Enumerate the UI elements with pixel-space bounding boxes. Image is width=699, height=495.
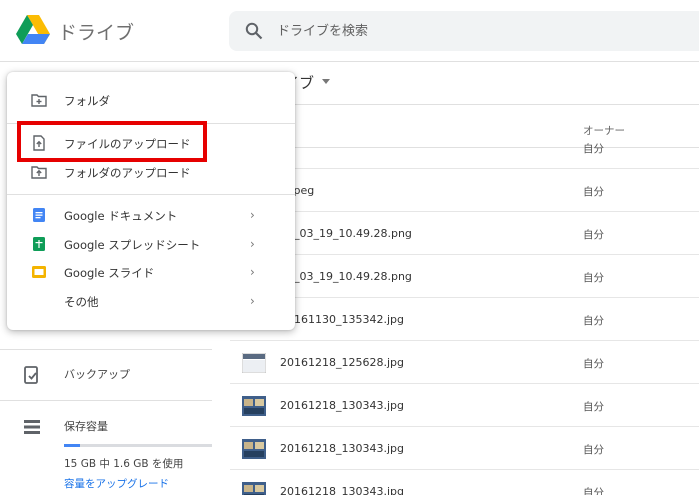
menu-item-label: Google スプレッドシート (64, 238, 201, 252)
app-title: ドライブ (58, 22, 135, 44)
menu-item-label: その他 (64, 295, 99, 309)
sidebar-divider (0, 400, 212, 401)
menu-item-google-slides[interactable]: Google スライド › (7, 258, 295, 286)
google-slides-icon (32, 266, 46, 278)
file-owner: 自分 (583, 186, 604, 198)
file-row[interactable]: 20161218_130343.jpg 自分 (230, 427, 699, 470)
image-thumbnail-icon (242, 353, 266, 373)
storage-usage-text: 15 GB 中 1.6 GB を使用 (64, 458, 184, 470)
menu-item-folder-upload[interactable]: フォルダのアップロード (7, 158, 295, 186)
file-name: 18_03_19_10.49.28.png (280, 227, 412, 240)
storage-bar (64, 444, 212, 447)
sidebar-item-storage[interactable]: 保存容量 (0, 408, 212, 444)
chevron-right-icon: › (250, 208, 255, 222)
file-name: 20161218_130343.jpg (280, 399, 404, 412)
top-bar: ドライブ (0, 0, 699, 62)
file-row[interactable]: 自分 (230, 126, 699, 169)
chevron-right-icon: › (250, 265, 255, 279)
file-name: 20161130_135342.jpg (280, 313, 404, 326)
folder-upload-icon (31, 166, 47, 179)
sidebar-item-label: 保存容量 (64, 420, 108, 433)
photo-thumbnail-icon (242, 482, 266, 495)
file-owner: 自分 (583, 272, 604, 284)
file-row[interactable]: 4.jpeg 自分 (230, 169, 699, 212)
file-name: 20161218_125628.jpg (280, 356, 404, 369)
sidebar-item-label: バックアップ (64, 368, 130, 381)
google-docs-icon (33, 208, 45, 222)
menu-item-label: フォルダのアップロード (64, 166, 191, 180)
menu-item-google-sheets[interactable]: Google スプレッドシート › (7, 230, 295, 258)
storage-list-icon (24, 420, 40, 434)
sidebar-item-backup[interactable]: バックアップ (0, 356, 212, 392)
search-input[interactable] (277, 11, 677, 51)
file-owner: 自分 (583, 315, 604, 327)
search-box[interactable] (229, 11, 699, 51)
file-name: 20161218_130343.jpg (280, 485, 404, 495)
file-row[interactable]: 18_03_19_10.49.28.png 自分 (230, 212, 699, 255)
file-owner: 自分 (583, 401, 604, 413)
caret-down-icon[interactable] (322, 79, 330, 84)
file-row[interactable]: 20161130_135342.jpg 自分 (230, 298, 699, 341)
file-row[interactable]: 20161218_125628.jpg 自分 (230, 341, 699, 384)
highlight-box (17, 121, 207, 162)
sidebar-divider (0, 349, 212, 350)
new-folder-icon (31, 94, 47, 107)
file-owner: 自分 (583, 358, 604, 370)
chevron-right-icon: › (250, 237, 255, 251)
new-menu: フォルダ ファイルのアップロード フォルダのアップロード Google ドキュメ… (7, 72, 295, 330)
file-owner: 自分 (583, 444, 604, 456)
file-owner: 自分 (583, 229, 604, 241)
photo-thumbnail-icon (242, 439, 266, 459)
google-sheets-icon (33, 237, 45, 251)
upgrade-storage-link[interactable]: 容量をアップグレード (64, 476, 169, 491)
search-icon[interactable] (245, 22, 263, 40)
menu-divider (7, 194, 295, 195)
backup-icon (24, 366, 38, 384)
menu-item-other[interactable]: その他 › (7, 287, 295, 315)
photo-thumbnail-icon (242, 396, 266, 416)
file-row[interactable]: 20161218_130343.jpg 自分 (230, 384, 699, 427)
drive-logo-icon[interactable] (16, 15, 50, 45)
file-row[interactable]: 18_03_19_10.49.28.png 自分 (230, 255, 699, 298)
menu-item-label: Google ドキュメント (64, 209, 178, 223)
menu-item-new-folder[interactable]: フォルダ (7, 86, 295, 114)
menu-item-label: フォルダ (64, 94, 110, 108)
file-name: 18_03_19_10.49.28.png (280, 270, 412, 283)
file-owner: 自分 (583, 143, 604, 155)
storage-bar-fill (64, 444, 80, 447)
file-row[interactable]: 20161218_130343.jpg 自分 (230, 470, 699, 495)
file-name: 20161218_130343.jpg (280, 442, 404, 455)
menu-item-label: Google スライド (64, 266, 155, 280)
chevron-right-icon: › (250, 294, 255, 308)
menu-item-google-docs[interactable]: Google ドキュメント › (7, 201, 295, 229)
file-owner: 自分 (583, 487, 604, 495)
